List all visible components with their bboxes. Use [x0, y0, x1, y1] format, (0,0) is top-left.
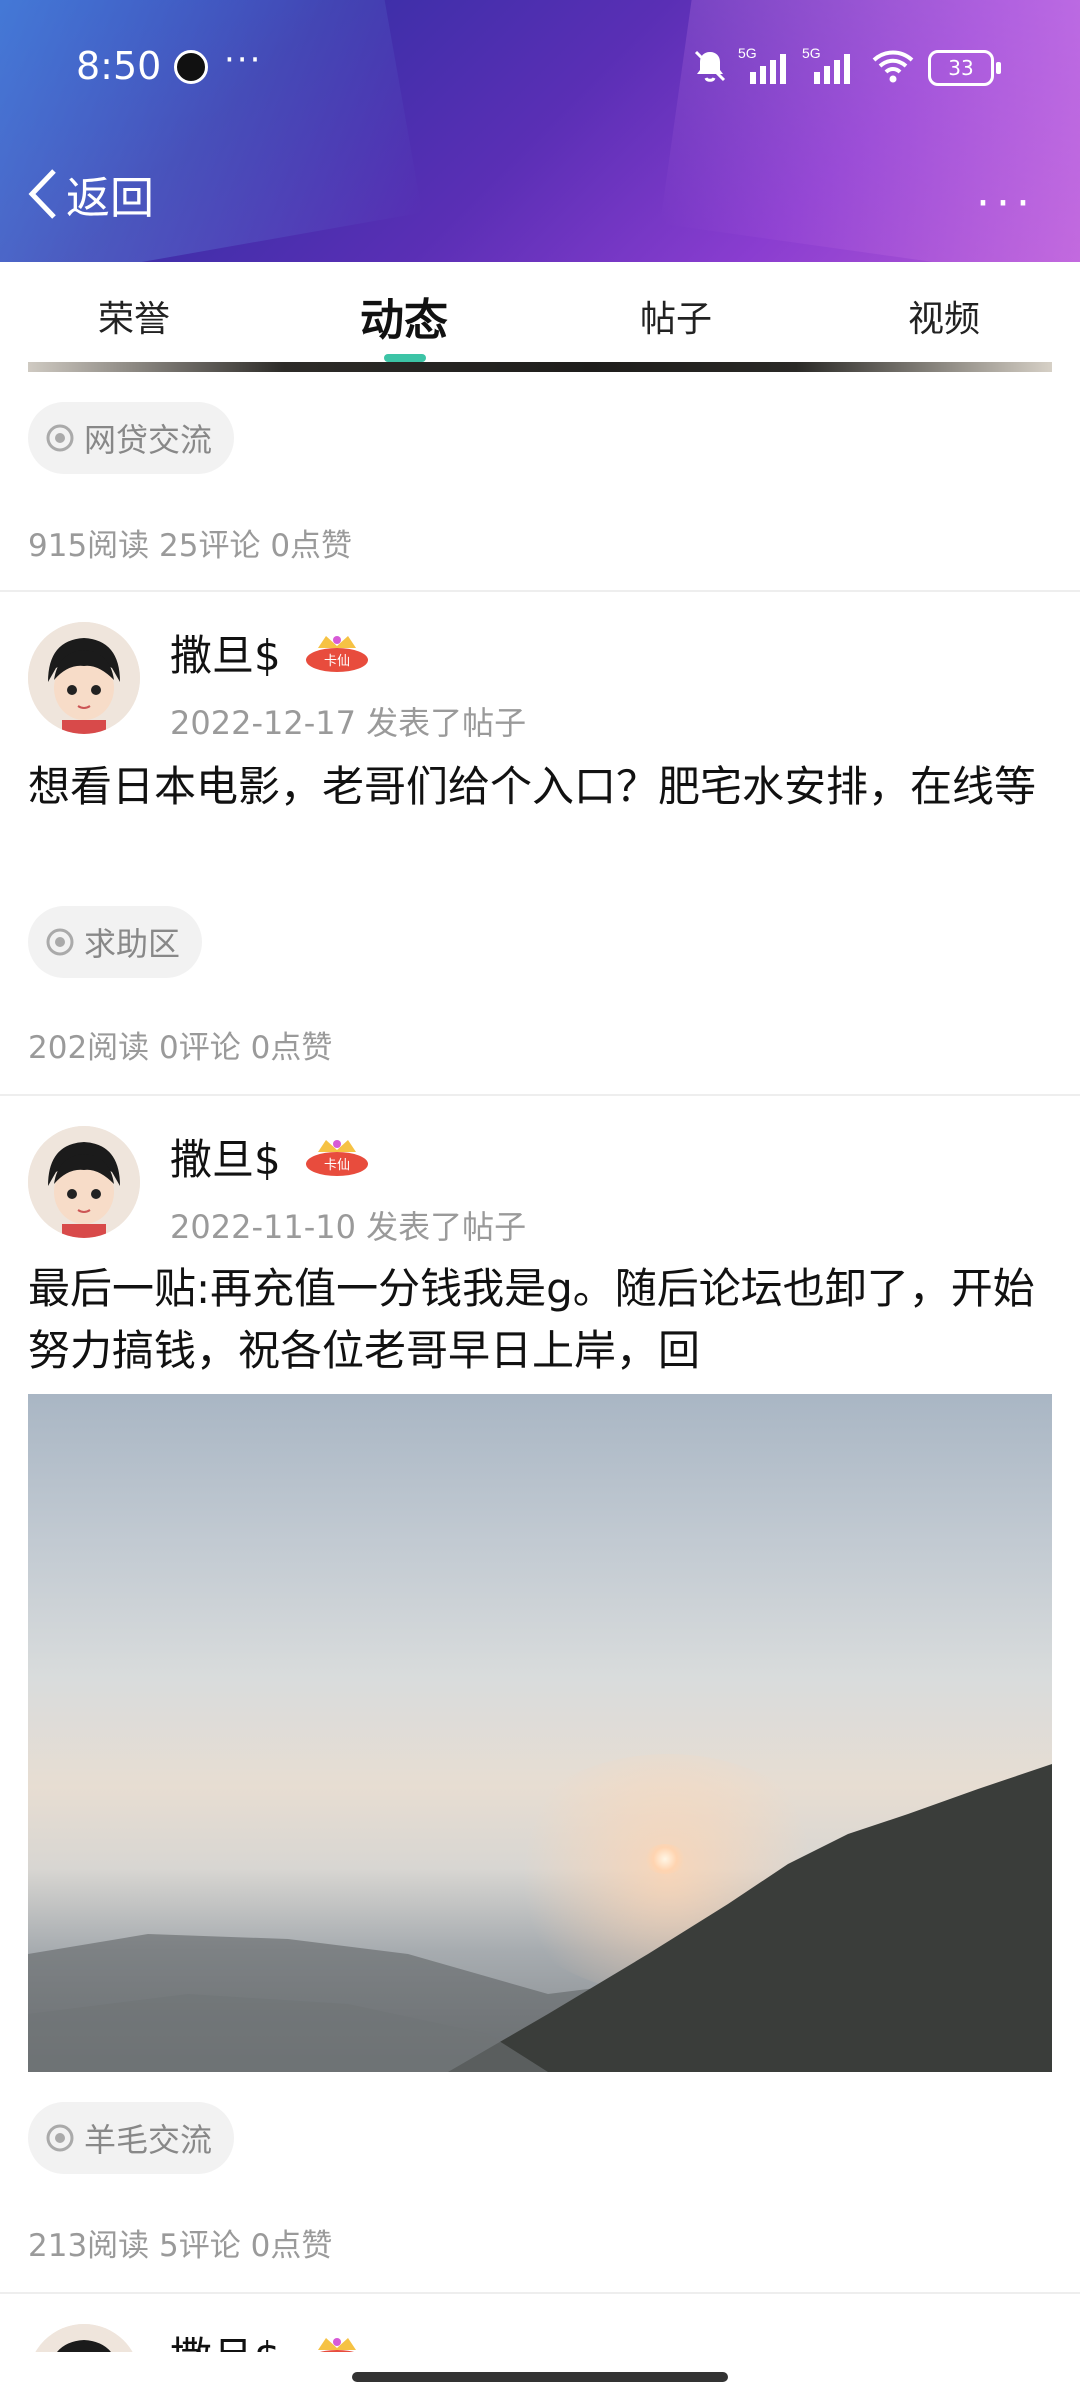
avatar[interactable] — [28, 2324, 140, 2352]
clock-icon — [174, 50, 208, 84]
divider — [0, 1094, 1080, 1096]
topic-label: 羊毛交流 — [84, 2121, 213, 2159]
username[interactable]: 撒旦$ — [170, 1126, 281, 1187]
profile-tabs: 荣誉 动态 帖子 视频 — [0, 262, 1080, 372]
post-date-action: 2022-11-10 发表了帖子 — [170, 1208, 527, 1246]
post-image[interactable] — [28, 1394, 1052, 2072]
topic-chip[interactable]: 求助区 — [28, 906, 203, 978]
username[interactable]: 撒旦$ — [170, 2324, 281, 2352]
chevron-left-icon — [28, 169, 56, 219]
svg-text:5G: 5G — [738, 45, 757, 61]
topic-label: 求助区 — [84, 925, 181, 963]
avatar-image — [28, 2324, 140, 2352]
divider — [0, 2292, 1080, 2294]
tab-activity[interactable]: 动态 — [360, 284, 448, 348]
avatar-image — [28, 622, 140, 734]
avatar[interactable] — [28, 622, 140, 734]
back-button[interactable]: 返回 — [24, 162, 154, 226]
topic-chip[interactable]: 网贷交流 — [28, 402, 235, 474]
crown-badge-icon: 卡仙 — [306, 1140, 368, 1176]
signal-icon-1: 5G — [738, 45, 786, 84]
back-label: 返回 — [66, 173, 154, 224]
tab-honors[interactable]: 荣誉 — [98, 290, 170, 342]
svg-text:卡仙: 卡仙 — [324, 654, 350, 669]
divider — [0, 590, 1080, 592]
username[interactable]: 撒旦$ — [170, 622, 281, 683]
svg-text:5G: 5G — [802, 45, 821, 61]
active-tab-indicator — [384, 354, 426, 362]
status-more-icon: ··· — [224, 40, 263, 80]
crown-badge-icon: 卡仙 — [306, 636, 368, 672]
topic-icon — [46, 928, 74, 956]
topic-chip[interactable]: 羊毛交流 — [28, 2102, 235, 2174]
post-stats: 915阅读 25评论 0点赞 — [28, 528, 353, 564]
post-stats: 213阅读 5评论 0点赞 — [28, 2228, 333, 2264]
battery-level: 33 — [948, 56, 974, 80]
top-nav: 返回 ··· — [0, 138, 1080, 262]
status-time: 8:50 — [76, 44, 162, 88]
mute-bell-icon — [694, 50, 726, 82]
wifi-icon — [872, 50, 914, 83]
tab-posts[interactable]: 帖子 — [640, 290, 712, 342]
post-text[interactable]: 想看日本电影，老哥们给个入口？肥宅水安排，在线等 — [28, 756, 1058, 818]
post-stats: 202阅读 0评论 0点赞 — [28, 1030, 333, 1066]
post-text[interactable]: 最后一贴:再充值一分钱我是g。随后论坛也卸了，开始努力搞钱，祝各位老哥早日上岸，… — [28, 1258, 1058, 1382]
crown-badge-icon: 卡仙 — [318, 2338, 356, 2352]
tab-videos[interactable]: 视频 — [908, 290, 980, 342]
home-indicator[interactable] — [352, 2372, 728, 2382]
status-bar: 8:50 ··· 5G 5G 33 — [0, 0, 1080, 138]
post-image-partial[interactable] — [28, 362, 1052, 372]
post-partial: 撒旦$ 卡仙 — [0, 2300, 1080, 2352]
battery-icon: 33 — [928, 50, 1001, 86]
svg-text:卡仙: 卡仙 — [324, 1158, 350, 1173]
signal-icon-2: 5G — [802, 45, 850, 84]
avatar[interactable] — [28, 1126, 140, 1238]
topic-icon — [46, 2124, 74, 2152]
landscape-silhouette — [28, 1764, 1052, 2072]
topic-icon — [46, 424, 74, 452]
post-date-action: 2022-12-17 发表了帖子 — [170, 704, 527, 742]
topic-label: 网贷交流 — [84, 421, 213, 459]
avatar-image — [28, 1126, 140, 1238]
more-options-button[interactable]: ··· — [976, 178, 1036, 229]
